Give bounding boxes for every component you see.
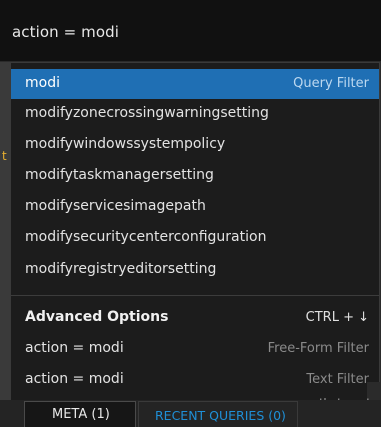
suggestion-dropdown: modi Query Filter modifyzonecrossingwarn… — [10, 62, 380, 401]
suggestion-label: modifysecuritycenterconfiguration — [25, 229, 267, 245]
tab-bar: META (1) RECENT QUERIES (0) — [0, 400, 381, 427]
advanced-option-free-form[interactable]: action = modi Free-Form Filter — [11, 334, 379, 364]
suggestion-item[interactable]: modifyregistryeditorsetting — [11, 255, 379, 285]
suggestion-label: modifywindowssystempolicy — [25, 136, 226, 152]
advanced-option-text[interactable]: action = modi Text Filter — [11, 365, 379, 395]
advanced-option-label: action = modi — [25, 340, 124, 356]
advanced-option-type: Free-Form Filter — [267, 341, 369, 356]
suggestion-label: modi — [25, 75, 60, 91]
warning-dot-icon: t — [2, 149, 7, 163]
advanced-options-title: Advanced Options — [25, 309, 169, 325]
search-input[interactable]: action = modi — [12, 23, 119, 41]
suggestion-label: modifyzonecrossingwarningsetting — [25, 105, 269, 121]
suggestion-item-selected[interactable]: modi Query Filter — [11, 69, 379, 99]
advanced-option-label: action = modi — [25, 371, 124, 387]
tab-recent-queries[interactable]: RECENT QUERIES (0) — [138, 401, 298, 427]
suggestion-item[interactable]: modifywindowssystempolicy — [11, 130, 379, 160]
advanced-options-header[interactable]: Advanced Options CTRL + ↓ — [11, 303, 379, 333]
suggestion-label: modifyservicesimagepath — [25, 198, 206, 214]
background-panel: t — [0, 0, 10, 427]
keyboard-shortcut: CTRL + ↓ — [305, 310, 369, 325]
tab-recent-queries-label: RECENT QUERIES (0) — [155, 408, 286, 423]
tab-meta-label: META (1) — [52, 407, 110, 422]
suggestion-label: modifytaskmanagersetting — [25, 167, 214, 183]
suggestion-item[interactable]: modifysecuritycenterconfiguration — [11, 223, 379, 253]
suggestion-label: modifyregistryeditorsetting — [25, 261, 217, 277]
divider — [11, 295, 379, 296]
suggestion-type-tag: Query Filter — [293, 76, 369, 91]
advanced-option-type: Text Filter — [306, 372, 369, 387]
suggestion-item[interactable]: modifytaskmanagersetting — [11, 161, 379, 191]
tab-meta[interactable]: META (1) — [24, 401, 136, 427]
suggestion-item[interactable]: modifyservicesimagepath — [11, 192, 379, 222]
suggestion-item[interactable]: modifyzonecrossingwarningsetting — [11, 99, 379, 129]
search-bar[interactable]: action = modi — [0, 0, 381, 62]
